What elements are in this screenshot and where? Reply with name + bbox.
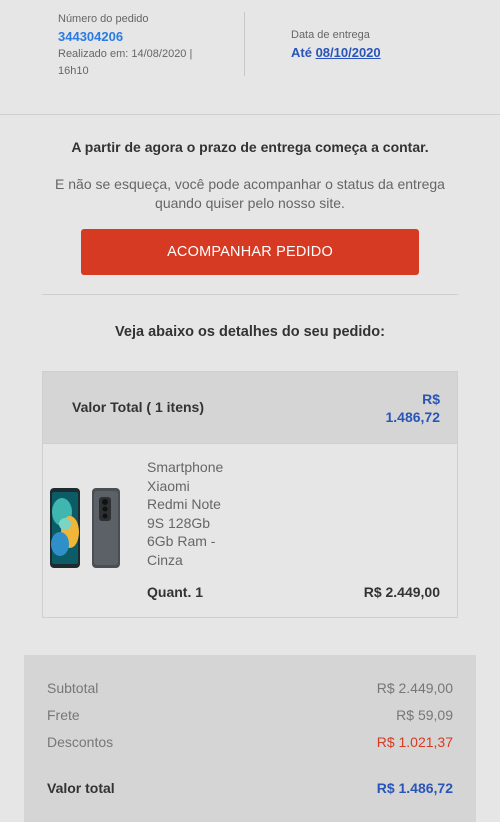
order-summary: Subtotal R$ 2.449,00 Frete R$ 59,09 Desc… — [24, 655, 476, 822]
product-image[interactable] — [49, 488, 123, 568]
delivery-date: Até 08/10/2020 — [291, 44, 471, 61]
delivery-info: Data de entrega Até 08/10/2020 — [291, 28, 471, 61]
order-placed-date: Realizado em: 14/08/2020 | 16h10 — [58, 46, 228, 80]
order-header: Número do pedido 344304206 Realizado em:… — [0, 0, 500, 90]
product-name-line: Cinza — [147, 551, 183, 568]
order-total-label: Valor Total ( 1 itens) — [72, 399, 204, 415]
subtotal-value: R$ 2.449,00 — [376, 680, 453, 696]
valor-total-label: Valor total — [47, 780, 115, 796]
descontos-label: Descontos — [47, 734, 114, 750]
delivery-date-prefix: Até — [291, 45, 312, 60]
order-total-value: R$ 1.486,72 — [360, 390, 441, 426]
order-details-title: Veja abaixo os detalhes do seu pedido: — [115, 324, 385, 340]
order-items-box: Valor Total ( 1 itens) R$ 1.486,72 Smart… — [42, 371, 458, 618]
frete-value: R$ 59,09 — [396, 707, 453, 723]
delivery-date-link[interactable]: 08/10/2020 — [316, 45, 381, 60]
valor-total-value: R$ 1.486,72 — [376, 780, 453, 796]
product-price: R$ 2.449,00 — [363, 584, 440, 600]
order-total-amount: 1.486,72 — [385, 409, 441, 425]
subline-line-2: quando quiser pelo nosso site. — [155, 195, 345, 211]
headline-message: A partir de agora o prazo de entrega com… — [71, 139, 429, 155]
order-total-currency: R$ — [422, 391, 440, 407]
product-quantity: Quant. 1 — [147, 584, 204, 600]
delivery-date-label: Data de entrega — [291, 29, 370, 41]
order-number-label: Número do pedido — [58, 13, 149, 25]
order-placed-line-1: Realizado em: 14/08/2020 | — [58, 48, 193, 60]
section-divider — [0, 114, 500, 115]
track-order-button[interactable]: ACOMPANHAR PEDIDO — [81, 229, 419, 275]
subtotal-label: Subtotal — [47, 680, 99, 696]
subline-message: E não se esqueça, você pode acompanhar o… — [30, 175, 470, 213]
product-name[interactable]: Smartphone Xiaomi Redmi Note 9S 128Gb 6G… — [147, 458, 257, 569]
product-name-line: 6Gb Ram - — [147, 533, 216, 549]
vertical-divider — [244, 12, 245, 76]
product-name-line: Xiaomi — [147, 477, 190, 494]
descontos-value: R$ 1.021,37 — [376, 734, 453, 750]
product-name-line: Redmi Note — [147, 496, 221, 512]
frete-label: Frete — [47, 707, 80, 723]
product-name-line: 9S 128Gb — [147, 514, 211, 531]
subline-line-1: E não se esqueça, você pode acompanhar o… — [55, 176, 445, 192]
product-name-line: Smartphone — [147, 459, 224, 475]
order-placed-line-2: 16h10 — [58, 65, 89, 77]
order-total-header: Valor Total ( 1 itens) R$ 1.486,72 — [43, 372, 457, 444]
order-number-link[interactable]: 344304206 — [58, 28, 228, 45]
order-info: Número do pedido 344304206 Realizado em:… — [58, 12, 228, 80]
section-divider — [42, 294, 458, 295]
